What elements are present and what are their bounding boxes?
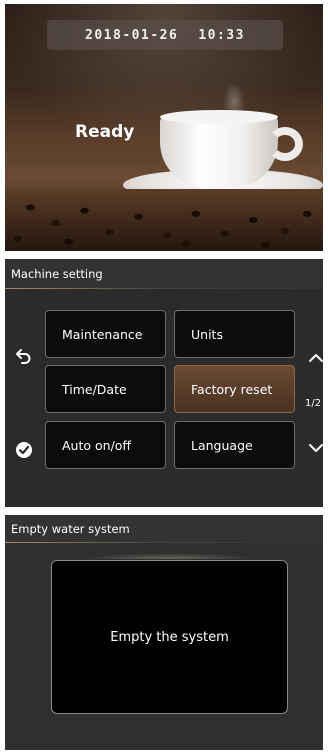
empty-system-button[interactable]: Empty the system [51,553,288,714]
tile-label: Units [191,326,223,342]
coffee-cup-handle [267,127,303,161]
tile-language[interactable]: Language [174,421,295,469]
coffee-cup-image [160,116,278,188]
empty-system-label: Empty the system [110,629,229,645]
tile-factory-reset[interactable]: Factory reset [174,365,295,413]
tile-label: Time/Date [62,381,127,397]
tile-auto-on-off[interactable]: Auto on/off [45,421,166,469]
tile-time-date[interactable]: Time/Date [45,365,166,413]
screen-header: Empty water system [5,515,323,543]
status-text: Ready [75,122,135,142]
chevron-down-icon[interactable] [303,435,323,461]
chevron-up-icon[interactable] [303,345,323,371]
back-arrow-icon[interactable] [11,343,37,369]
time-text: 10:33 [198,27,245,43]
tile-label: Auto on/off [62,437,132,453]
tile-label: Maintenance [62,326,143,342]
tile-label: Factory reset [191,381,273,397]
screen-title: Machine setting [11,267,103,281]
coffee-cup-rim [160,110,278,124]
tile-maintenance[interactable]: Maintenance [45,310,166,358]
datetime-bar: 2018-01-26 10:33 [47,20,283,50]
ready-screen: 2018-01-26 10:33 Ready [5,4,323,251]
screen-header: Machine setting [5,259,323,289]
date-text: 2018-01-26 [85,27,179,43]
tile-label: Language [191,437,253,453]
empty-water-screen: Empty water system Empty the system [5,515,323,750]
screen-title: Empty water system [11,522,130,536]
machine-setting-screen: Machine setting Maintenance Units Time/D… [5,259,323,507]
checkmark-icon[interactable] [11,437,37,463]
tile-units[interactable]: Units [174,310,295,358]
coffee-beans-image [5,189,323,251]
page-indicator: 1/2 [305,398,322,409]
